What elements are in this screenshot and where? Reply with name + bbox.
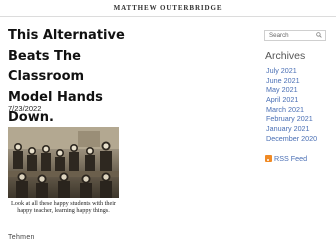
archive-list: July 2021 June 2021 May 2021 April 2021 … [266, 66, 317, 143]
photo-caption: Look at all these happy students with th… [11, 200, 116, 215]
search-input[interactable]: Search [264, 30, 326, 41]
rss-feed-link[interactable]: RSS Feed [265, 154, 307, 163]
archive-link-january-2021[interactable]: January 2021 [266, 124, 317, 134]
site-header: MATTHEW OUTERBRIDGE [0, 0, 336, 17]
post-tags: Tehmen [8, 234, 35, 241]
archive-link-july-2021[interactable]: July 2021 [266, 66, 317, 76]
post-date: 7/23/2022 [8, 104, 42, 113]
site-title[interactable]: MATTHEW OUTERBRIDGE [0, 4, 336, 12]
archive-link-december-2020[interactable]: December 2020 [266, 134, 317, 144]
archives-heading: Archives [265, 50, 306, 62]
archive-link-february-2021[interactable]: February 2021 [266, 114, 317, 124]
archive-link-march-2021[interactable]: March 2021 [266, 105, 317, 115]
rss-label: RSS Feed [274, 154, 308, 163]
rss-icon [265, 155, 272, 162]
archive-link-june-2021[interactable]: June 2021 [266, 76, 317, 86]
post-title[interactable]: This Alternative Beats The Classroom Mod… [8, 26, 126, 129]
archive-link-may-2021[interactable]: May 2021 [266, 85, 317, 95]
archive-link-april-2021[interactable]: April 2021 [266, 95, 317, 105]
search-placeholder: Search [269, 32, 289, 39]
post-photo [8, 127, 119, 198]
search-icon[interactable] [316, 32, 322, 38]
